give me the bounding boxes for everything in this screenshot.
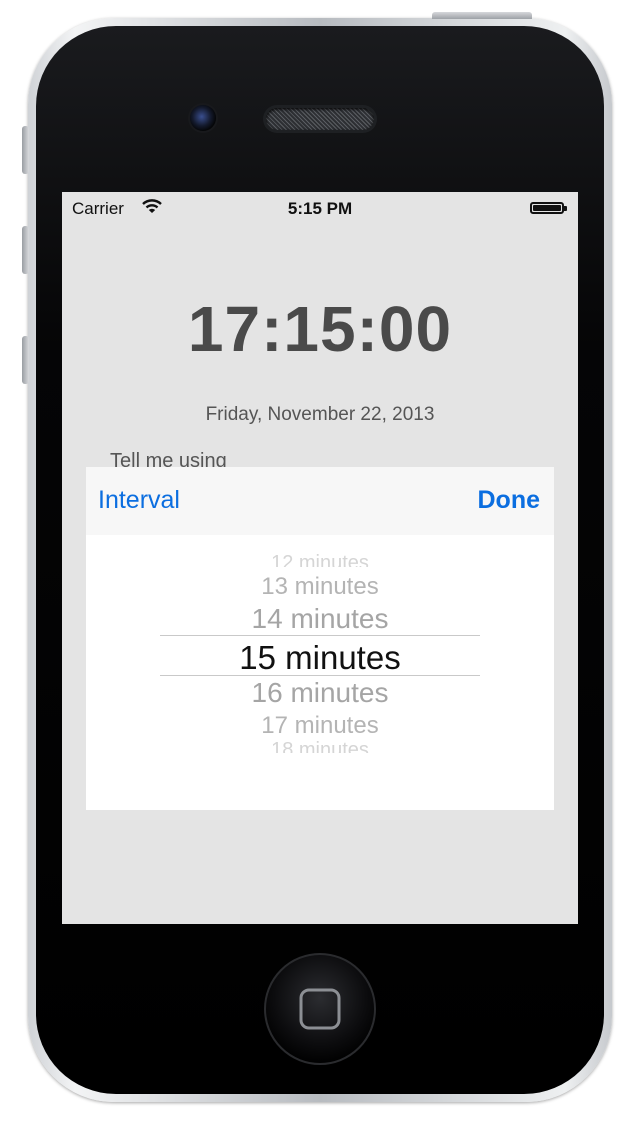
interval-picker-sheet: Interval Done 12 minutes 13 minutes 14 m… — [86, 467, 554, 810]
picker-toolbar: Interval Done — [86, 467, 554, 535]
home-button[interactable] — [263, 952, 377, 1066]
done-button[interactable]: Done — [478, 486, 541, 515]
picker-row[interactable]: 16 minutes — [86, 677, 554, 709]
picker-row[interactable]: 18 minutes — [86, 741, 554, 753]
clock-display: 17:15:00 — [187, 293, 453, 365]
interval-picker[interactable]: 12 minutes 13 minutes 14 minutes 15 minu… — [86, 535, 554, 810]
date-display: Friday, November 22, 2013 — [205, 404, 435, 425]
picker-row[interactable]: 13 minutes — [86, 573, 554, 601]
earpiece-speaker — [266, 108, 374, 130]
picker-row[interactable]: 12 minutes — [86, 553, 554, 567]
volume-down-button — [22, 336, 29, 384]
volume-up-button — [22, 226, 29, 274]
picker-row[interactable]: 14 minutes — [86, 603, 554, 635]
selection-top-line — [160, 635, 480, 636]
picker-row-selected[interactable]: 15 minutes — [86, 639, 554, 677]
mute-switch — [22, 126, 29, 174]
status-bar: Carrier 5:15 PM — [62, 192, 578, 226]
battery-icon — [530, 202, 567, 214]
front-camera — [190, 105, 216, 131]
app-screen: Carrier 5:15 PM 17:15:00 Friday, Novembe… — [62, 192, 578, 924]
selection-bottom-line — [160, 675, 480, 676]
picker-title: Interval — [98, 486, 180, 514]
status-time: 5:15 PM — [287, 199, 353, 218]
picker-row[interactable]: 17 minutes — [86, 712, 554, 740]
sleep-button — [432, 12, 532, 19]
